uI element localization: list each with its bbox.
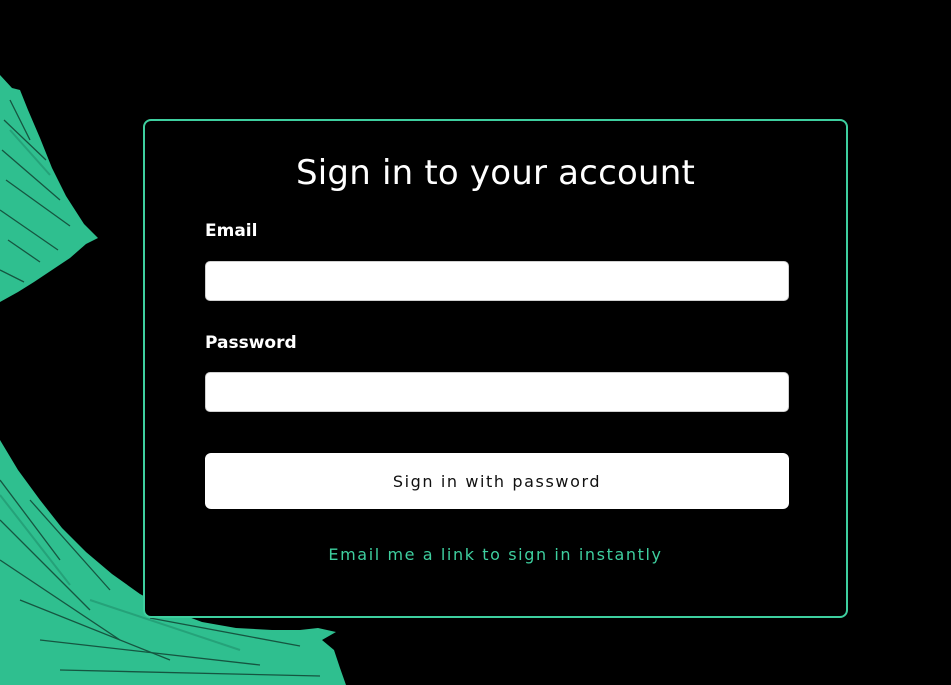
- password-label: Password: [205, 333, 297, 353]
- sign-in-page: Sign in to your account Email Password S…: [0, 0, 951, 685]
- email-magic-link[interactable]: Email me a link to sign in instantly: [145, 545, 846, 565]
- sign-in-with-password-button[interactable]: Sign in with password: [205, 453, 789, 509]
- sign-in-card: Sign in to your account Email Password S…: [143, 119, 848, 618]
- email-label: Email: [205, 221, 258, 241]
- password-field[interactable]: [205, 372, 789, 412]
- page-title: Sign in to your account: [295, 153, 696, 193]
- email-field[interactable]: [205, 261, 789, 301]
